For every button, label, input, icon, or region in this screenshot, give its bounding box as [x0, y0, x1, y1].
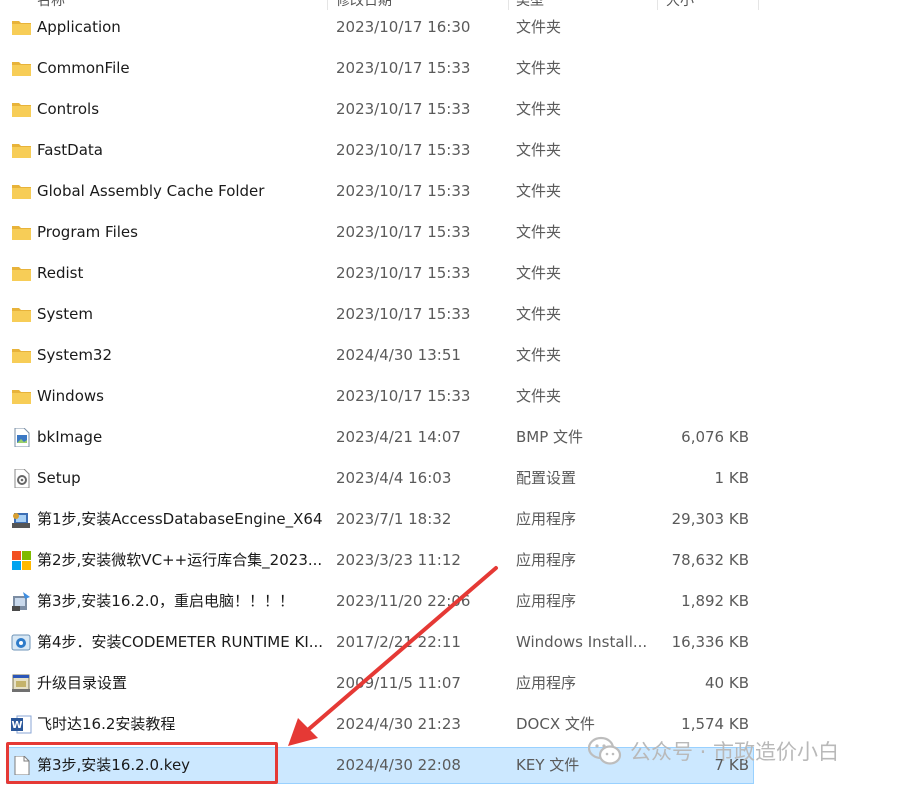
- watermark-text: 公众号 · 市政造价小白: [630, 740, 840, 764]
- red-arrow-annotation: [288, 566, 498, 746]
- watermark: 公众号 · 市政造价小白: [588, 734, 839, 768]
- wechat-icon: [588, 736, 622, 765]
